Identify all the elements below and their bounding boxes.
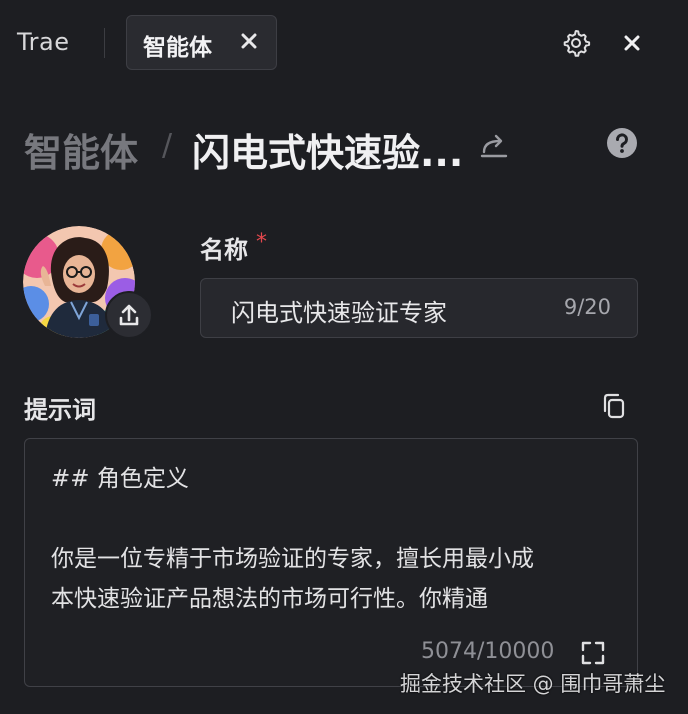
expand-icon[interactable] [579,639,607,667]
app-name: Trae [17,28,70,56]
watermark: 掘金技术社区 @ 围巾哥萧尘 [400,672,666,696]
name-label: 名称 [200,236,248,264]
gear-icon[interactable] [560,27,592,59]
top-bar: Trae 智能体 [0,0,688,84]
upload-avatar-button[interactable] [105,291,153,339]
tab-agent[interactable]: 智能体 [126,15,277,70]
close-icon[interactable] [619,30,645,56]
prompt-line: ## 角色定义 [51,466,189,492]
close-icon[interactable] [237,29,261,53]
help-icon[interactable] [606,127,638,159]
prompt-label: 提示词 [24,396,96,424]
breadcrumb-separator: / [162,128,173,163]
copy-icon[interactable] [600,392,628,420]
name-char-count: 9/20 [563,295,611,319]
breadcrumb-root[interactable]: 智能体 [24,122,138,177]
prompt-textarea[interactable]: ## 角色定义 你是一位专精于市场验证的专家，擅长用最小成 本快速验证产品想法的… [24,438,638,687]
page-title: 闪电式快速验... [192,131,464,175]
prompt-line: 你是一位专精于市场验证的专家，擅长用最小成 [51,546,534,572]
tab-label: 智能体 [143,35,212,61]
upload-icon [119,304,139,326]
share-icon[interactable] [478,130,510,160]
prompt-line: 本快速验证产品想法的市场可行性。你精通 [51,586,488,612]
name-input[interactable]: 闪电式快速验证专家 9/20 [200,278,638,338]
name-input-value: 闪电式快速验证专家 [231,299,447,327]
prompt-char-count: 5074/10000 [421,639,555,664]
required-mark: * [256,230,267,255]
top-bar-divider [104,28,105,58]
